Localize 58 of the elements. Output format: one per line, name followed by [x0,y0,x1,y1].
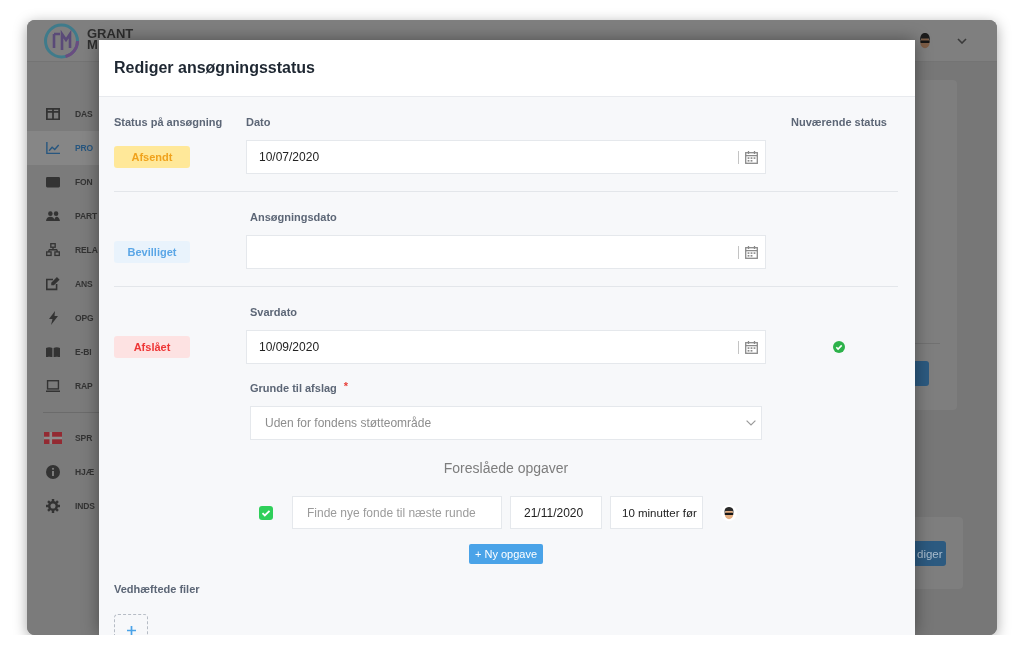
sidebar-item[interactable]: INDS [27,489,99,523]
date-field[interactable]: 10/07/2020 [246,140,766,174]
modal-title: Rediger ansøgningsstatus [114,59,315,77]
sidebar-item[interactable]: OPG [27,301,99,335]
flag-icon [44,432,62,444]
book-icon [46,346,60,358]
sidebar-item[interactable]: PART [27,199,99,233]
field-label: Svardato [250,305,298,320]
laptop-icon [46,379,60,393]
required-mark: * [343,380,349,393]
add-task-button[interactable]: + Ny opgave [468,544,544,564]
sidebar-item[interactable]: E-BI [27,335,99,369]
sidebar-item[interactable]: SPR [27,421,99,455]
info-icon [46,465,60,479]
sidebar-item[interactable]: HJÆ [27,455,99,489]
calendar-icon[interactable] [745,340,758,354]
column-header: Status på ansøgning [114,115,223,130]
line-chart-icon [46,141,60,155]
task-input[interactable]: Finde nye fonde til næste runde [292,496,502,529]
status-badge: Afslået [114,336,190,358]
logo-icon [43,22,80,59]
calendar-icon[interactable] [745,245,758,259]
status-badge: Afsendt [114,146,190,168]
wallet-icon [46,175,60,189]
field-label: Grunde til afslag [250,381,337,396]
select-field[interactable]: Uden for fondens støtteområde [250,406,762,440]
chevron-down-icon[interactable] [957,37,967,44]
avatar-icon[interactable] [917,31,933,50]
sidebar-item[interactable]: DAS [27,97,99,131]
logo-text: GRANT [87,28,134,39]
sidebar-item[interactable]: RAP [27,369,99,403]
edit-icon [46,277,60,291]
users-icon [46,210,60,222]
sidebar-item[interactable]: FON [27,165,99,199]
reminder-field[interactable]: 10 minutter før [610,496,703,529]
logo-text: M [87,39,98,50]
plus-icon [126,626,136,635]
sidebar-item[interactable]: PRO [27,131,99,165]
chevron-down-icon [746,420,756,426]
status-badge: Bevilliget [114,241,190,263]
hierarchy-icon [46,243,60,257]
field-label: Dato [246,115,271,130]
layout-icon [46,107,60,121]
upload-button[interactable] [114,614,148,635]
avatar-icon [721,504,737,521]
section-label: Vedhæftede filer [114,582,200,597]
date-field[interactable]: 21/11/2020 [510,496,602,529]
calendar-icon[interactable] [745,150,758,164]
sidebar-item[interactable]: RELA [27,233,99,267]
field-label: Ansøgningsdato [250,210,337,225]
date-field[interactable] [246,235,766,269]
date-field[interactable]: 10/09/2020 [246,330,766,364]
settings-icon [46,499,60,513]
column-header: Nuværende status [791,115,887,130]
section-title: Foreslåede opgaver [443,460,569,476]
lightning-icon [48,311,58,325]
sidebar-item[interactable]: ANS [27,267,99,301]
checkbox[interactable] [259,505,273,520]
